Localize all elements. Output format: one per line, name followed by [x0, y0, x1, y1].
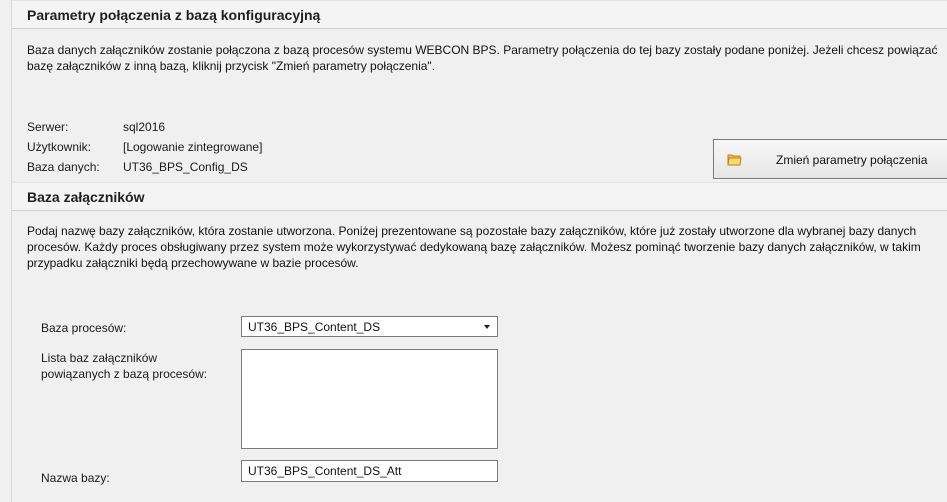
- attachments-section-title: Baza załączników: [27, 189, 145, 205]
- process-db-selected-value: UT36_BPS_Content_DS: [248, 320, 381, 334]
- folder-icon: [726, 151, 743, 168]
- attachments-list-label-line1: Lista baz załączników: [41, 351, 158, 365]
- database-label: Baza danych:: [27, 160, 100, 174]
- db-name-value: UT36_BPS_Content_DS_Att: [248, 464, 402, 478]
- attachments-section-header: [12, 182, 947, 211]
- chevron-down-icon: [484, 325, 490, 329]
- process-db-select[interactable]: UT36_BPS_Content_DS: [241, 316, 498, 337]
- connection-section-title: Parametry połączenia z bazą konfiguracyj…: [27, 7, 321, 23]
- attachments-list-label-line2: powiązanych z bazą procesów:: [41, 367, 208, 381]
- process-db-label: Baza procesów:: [41, 321, 127, 335]
- user-value: [Logowanie zintegrowane]: [123, 140, 263, 154]
- change-connection-button[interactable]: Zmień parametry połączenia: [713, 139, 947, 179]
- attachments-description: Podaj nazwę bazy załączników, która zost…: [27, 224, 921, 270]
- change-connection-button-label: Zmień parametry połączenia: [776, 153, 928, 167]
- user-label: Użytkownik:: [27, 140, 92, 154]
- connection-description: Baza danych załączników zostanie połączo…: [27, 43, 938, 73]
- server-label: Serwer:: [27, 120, 69, 134]
- database-value: UT36_BPS_Config_DS: [123, 160, 248, 174]
- db-name-input[interactable]: UT36_BPS_Content_DS_Att: [241, 460, 498, 482]
- db-name-label: Nazwa bazy:: [41, 471, 110, 485]
- server-value: sql2016: [123, 120, 166, 134]
- attachments-list[interactable]: [241, 349, 498, 449]
